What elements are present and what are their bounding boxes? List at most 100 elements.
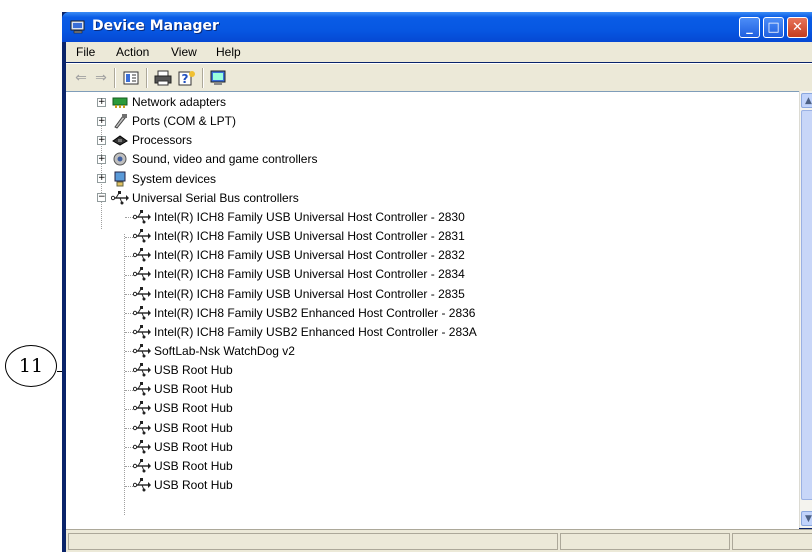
usb-icon <box>133 286 151 302</box>
usb-icon <box>111 190 129 206</box>
toolbar-separator <box>146 68 148 88</box>
usb-device-1-label: Intel(R) ICH8 Family USB Universal Host … <box>154 229 465 244</box>
usb-device-3[interactable]: Intel(R) ICH8 Family USB Universal Host … <box>133 265 465 284</box>
tree-branch-line <box>125 370 133 372</box>
tree-branch-line <box>125 408 133 410</box>
tree-branch-line <box>125 485 133 487</box>
port-icon <box>111 113 129 129</box>
usb-icon <box>133 266 151 282</box>
usb-device-6[interactable]: Intel(R) ICH8 Family USB2 Enhanced Host … <box>133 322 477 341</box>
tree-guide-line <box>124 234 125 515</box>
usb-icon <box>133 439 151 455</box>
toolbar-separator <box>114 68 116 88</box>
usb-device-7[interactable]: SoftLab-Nsk WatchDog v2 <box>133 341 295 360</box>
tree-category-3-label: Sound, video and game controllers <box>132 152 318 167</box>
expand-button[interactable]: + <box>97 135 106 145</box>
tree-branch-line <box>125 389 133 391</box>
scroll-thumb[interactable] <box>801 110 812 500</box>
usb-icon <box>133 343 151 359</box>
usb-device-11[interactable]: USB Root Hub <box>133 418 233 437</box>
status-bar <box>66 529 812 552</box>
usb-icon <box>133 324 151 340</box>
usb-device-2-label: Intel(R) ICH8 Family USB Universal Host … <box>154 248 465 263</box>
properties-icon[interactable] <box>122 69 140 87</box>
toolbar-separator <box>202 68 204 88</box>
usb-device-4[interactable]: Intel(R) ICH8 Family USB Universal Host … <box>133 284 465 303</box>
usb-device-4-label: Intel(R) ICH8 Family USB Universal Host … <box>154 286 465 301</box>
maximize-button[interactable]: □ <box>763 17 784 38</box>
usb-device-13[interactable]: USB Root Hub <box>133 456 233 475</box>
usb-device-1[interactable]: Intel(R) ICH8 Family USB Universal Host … <box>133 227 465 246</box>
menu-file[interactable]: File <box>76 45 95 59</box>
usb-device-14-label: USB Root Hub <box>154 478 233 492</box>
usb-icon <box>133 477 151 493</box>
tree-category-5-label: Universal Serial Bus controllers <box>132 190 299 205</box>
usb-icon <box>133 381 151 397</box>
tree-category-0-label: Network adapters <box>132 95 227 109</box>
expand-button[interactable]: + <box>97 97 106 107</box>
help-icon[interactable]: ? <box>178 69 196 87</box>
usb-device-14[interactable]: USB Root Hub <box>133 476 233 495</box>
status-panel-secondary <box>560 533 730 550</box>
menu-help[interactable]: Help <box>216 45 241 59</box>
collapse-button[interactable]: − <box>97 193 106 203</box>
usb-device-10[interactable]: USB Root Hub <box>133 399 233 418</box>
device-manager-window: Device Manager _ □ ✕ File Action View He… <box>62 12 812 552</box>
usb-device-7-label: SoftLab-Nsk WatchDog v2 <box>154 343 295 358</box>
scroll-down-button[interactable]: ▼ <box>801 511 812 526</box>
usb-icon <box>133 458 151 474</box>
back-arrow-icon[interactable]: ⇐ <box>72 69 90 87</box>
expand-button[interactable]: + <box>97 174 106 184</box>
minimize-button[interactable]: _ <box>739 17 760 38</box>
callout-marker: 11 <box>5 345 57 387</box>
usb-icon <box>133 228 151 244</box>
tree-category-3[interactable]: Sound, video and game controllers <box>111 150 317 169</box>
system-device-icon <box>111 171 129 187</box>
usb-device-12[interactable]: USB Root Hub <box>133 437 233 456</box>
tree-branch-line <box>125 466 133 468</box>
expand-button[interactable]: + <box>97 116 106 126</box>
close-button[interactable]: ✕ <box>787 17 808 38</box>
menu-view[interactable]: View <box>171 45 197 59</box>
status-panel-main <box>68 533 558 550</box>
forward-arrow-icon[interactable]: ⇒ <box>92 69 110 87</box>
tree-branch-line <box>125 447 133 449</box>
scroll-up-button[interactable]: ▲ <box>801 93 812 108</box>
tree-category-4-label: System devices <box>132 171 217 186</box>
sound-icon <box>111 151 129 167</box>
tree-branch-line <box>125 351 133 353</box>
status-panel-tertiary <box>732 533 812 550</box>
usb-device-9[interactable]: USB Root Hub <box>133 380 233 399</box>
usb-icon <box>133 420 151 436</box>
usb-device-5-label: Intel(R) ICH8 Family USB2 Enhanced Host … <box>154 305 476 320</box>
tree-branch-line <box>125 274 133 276</box>
usb-device-6-label: Intel(R) ICH8 Family USB2 Enhanced Host … <box>154 324 477 339</box>
tree-branch-line <box>125 217 133 219</box>
usb-device-8[interactable]: USB Root Hub <box>133 361 233 380</box>
tree-category-5[interactable]: Universal Serial Bus controllers <box>111 188 299 207</box>
callout-label: 11 <box>18 355 44 377</box>
usb-device-5[interactable]: Intel(R) ICH8 Family USB2 Enhanced Host … <box>133 303 475 322</box>
usb-icon <box>133 400 151 416</box>
usb-device-2[interactable]: Intel(R) ICH8 Family USB Universal Host … <box>133 246 465 265</box>
device-tree-pane[interactable]: Network adapters + Ports (COM & LPT) + Proce… <box>66 91 799 529</box>
usb-device-9-label: USB Root Hub <box>154 382 233 397</box>
tree-branch-line <box>125 428 133 430</box>
scan-hardware-icon[interactable] <box>210 69 228 87</box>
title-bar[interactable]: Device Manager _ □ ✕ <box>62 12 812 42</box>
tree-branch-line <box>125 313 133 315</box>
print-icon[interactable] <box>154 69 172 87</box>
usb-device-10-label: USB Root Hub <box>154 401 233 416</box>
usb-device-0[interactable]: Intel(R) ICH8 Family USB Universal Host … <box>133 207 465 226</box>
expand-button[interactable]: + <box>97 154 106 164</box>
vertical-scrollbar[interactable]: ▲ ▼ <box>799 91 812 528</box>
usb-device-13-label: USB Root Hub <box>154 458 233 473</box>
tree-category-1[interactable]: Ports (COM & LPT) <box>111 112 236 131</box>
usb-device-11-label: USB Root Hub <box>154 420 233 435</box>
tree-category-4[interactable]: System devices <box>111 169 216 188</box>
tree-branch-line <box>125 236 133 238</box>
tree-category-0[interactable]: Network adapters <box>111 93 226 112</box>
tree-category-1-label: Ports (COM & LPT) <box>132 114 237 129</box>
tree-category-2[interactable]: Processors <box>111 131 192 150</box>
menu-action[interactable]: Action <box>116 45 149 59</box>
